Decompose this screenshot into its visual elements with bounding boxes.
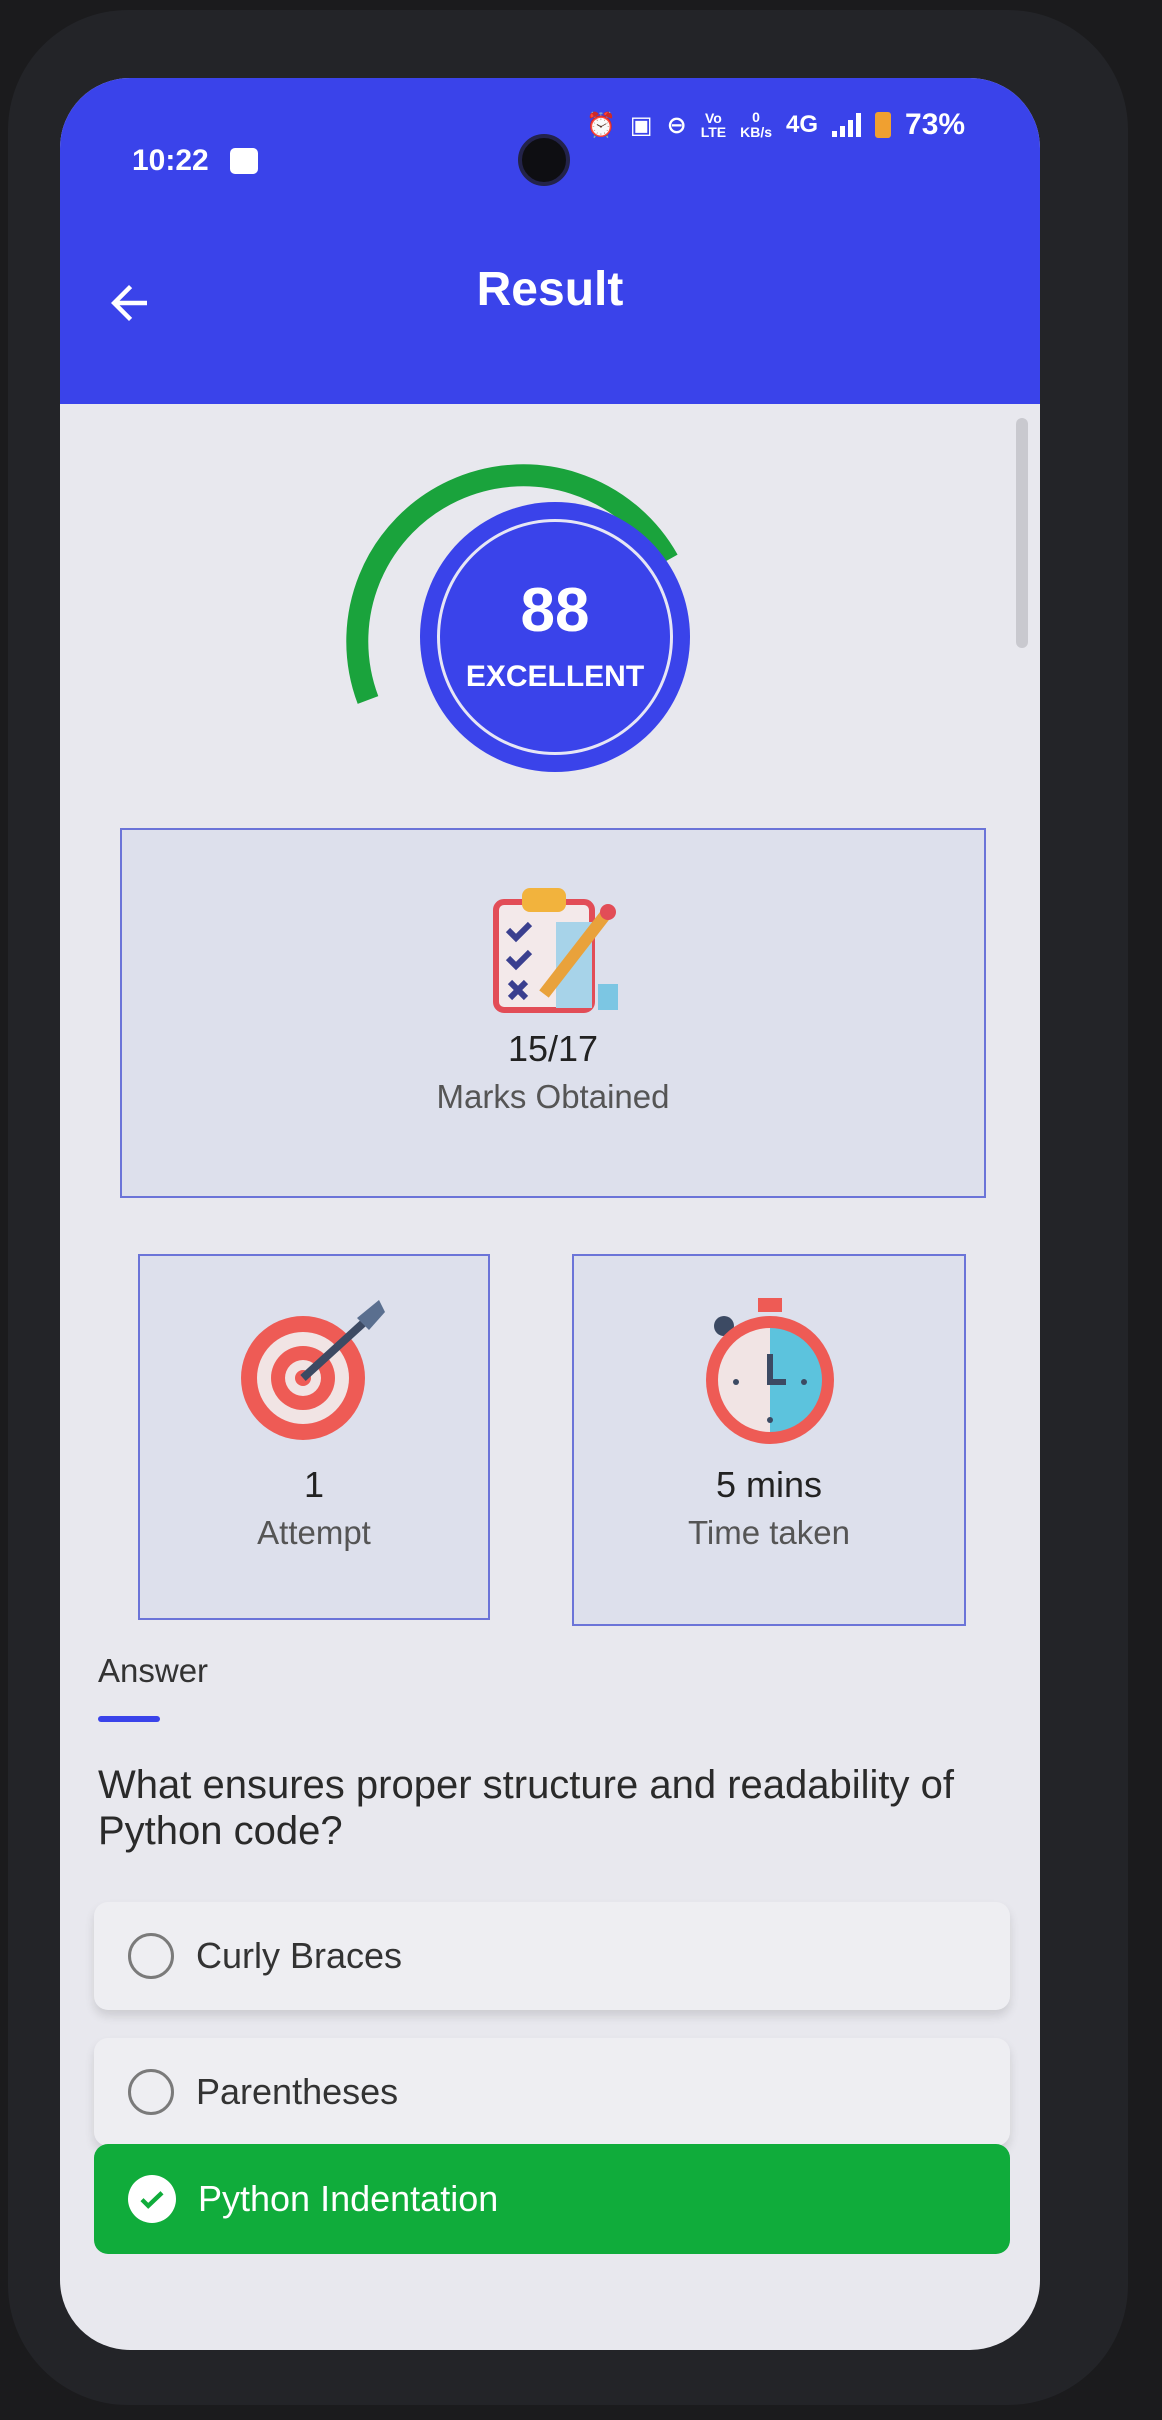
battery-level: 73%	[905, 108, 966, 141]
notification-icon	[230, 148, 258, 174]
data-speed-value: 0	[752, 109, 760, 125]
target-arrow-icon	[241, 1300, 385, 1440]
score-ring: 88 EXCELLENT	[437, 519, 673, 755]
volte-indicator: Vo LTE	[700, 110, 727, 140]
option-item[interactable]: Curly Braces	[94, 1902, 1010, 2010]
status-icons: ⏰ ▣ ⊖ Vo LTE 0 KB/s 4G 73%	[586, 108, 965, 142]
tab-answer[interactable]: Answer	[98, 1652, 208, 1690]
marks-value: 15/17	[507, 1028, 599, 1069]
vibrate-icon: ▣	[629, 111, 653, 139]
page-title: Result	[476, 263, 624, 316]
time-label: Time taken	[687, 1514, 850, 1551]
time-value: 5 mins	[715, 1464, 823, 1505]
option-label: Curly Braces	[196, 1935, 403, 1976]
status-bar: 10:22 ⏰ ▣ ⊖ Vo LTE 0 KB/s 4G 73%	[60, 78, 1040, 208]
clipboard-checklist-icon	[493, 888, 618, 1013]
attempt-value: 1	[303, 1464, 325, 1505]
attempt-label: Attempt	[257, 1514, 371, 1551]
radio-icon[interactable]	[128, 2069, 174, 2115]
alarm-icon: ⏰	[586, 111, 616, 139]
time-card: 5 mins Time taken	[572, 1254, 966, 1626]
phone-frame: 10:22 ⏰ ▣ ⊖ Vo LTE 0 KB/s 4G 73% Result …	[8, 10, 1128, 2405]
app-bar: 10:22 ⏰ ▣ ⊖ Vo LTE 0 KB/s 4G 73% Result	[60, 78, 1040, 404]
data-speed-unit: KB/s	[740, 124, 772, 140]
app-screen: 10:22 ⏰ ▣ ⊖ Vo LTE 0 KB/s 4G 73% Result …	[60, 78, 1040, 2350]
data-speed: 0 KB/s	[740, 110, 772, 140]
battery-icon	[875, 112, 892, 138]
marks-label: Marks Obtained	[436, 1078, 670, 1115]
option-item[interactable]: Parentheses	[94, 2038, 1010, 2146]
score-circle: 88 EXCELLENT	[420, 502, 690, 772]
tab-indicator	[98, 1716, 160, 1722]
option-label: Python Indentation	[198, 2178, 499, 2219]
marks-card: 15/17 Marks Obtained	[120, 828, 986, 1198]
signal-icon	[832, 113, 862, 137]
score-label: EXCELLENT	[465, 660, 645, 693]
network-type: 4G	[786, 111, 819, 138]
option-item-correct[interactable]: Python Indentation	[94, 2144, 1010, 2254]
attempt-card: 1 Attempt	[138, 1254, 490, 1620]
radio-icon[interactable]	[128, 1933, 174, 1979]
status-time: 10:22	[132, 144, 209, 177]
front-camera	[518, 134, 570, 186]
score-value: 88	[520, 576, 590, 645]
dnd-icon: ⊖	[666, 111, 687, 139]
checkmark-icon	[128, 2175, 176, 2223]
question-text: What ensures proper structure and readab…	[98, 1763, 954, 1853]
option-label: Parentheses	[196, 2071, 399, 2112]
scrollbar[interactable]	[1016, 418, 1028, 648]
stopwatch-icon	[706, 1298, 834, 1444]
